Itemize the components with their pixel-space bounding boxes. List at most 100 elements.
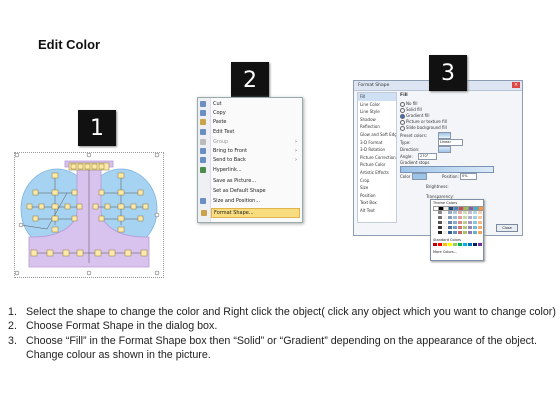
color-swatch[interactable] (438, 226, 442, 229)
color-swatch[interactable] (478, 221, 482, 224)
color-swatch[interactable] (443, 211, 447, 214)
category-item[interactable]: Crop (358, 177, 396, 185)
color-swatch[interactable] (438, 243, 442, 246)
radio-no-fill[interactable]: No fill (400, 101, 417, 107)
color-swatch[interactable] (463, 226, 467, 229)
color-swatch[interactable] (463, 221, 467, 224)
color-swatch[interactable] (468, 231, 472, 234)
color-swatch[interactable] (458, 231, 462, 234)
color-swatch[interactable] (433, 216, 437, 219)
context-menu[interactable]: Cut Copy Paste Edit Text Group › Bring to… (197, 97, 303, 223)
color-swatch[interactable] (448, 231, 452, 234)
color-swatch[interactable] (473, 231, 477, 234)
menu-item-save-as-picture[interactable]: Save as Picture... (211, 177, 300, 185)
diagram-selection-frame[interactable] (14, 152, 164, 278)
color-swatch[interactable] (478, 243, 482, 246)
menu-item-size-position[interactable]: Size and Position... (200, 197, 300, 205)
category-item[interactable]: Picture Corrections (358, 154, 396, 162)
color-swatch[interactable] (433, 221, 437, 224)
color-swatch[interactable] (463, 231, 467, 234)
color-swatch[interactable] (458, 216, 462, 219)
menu-item-group[interactable]: Group › (200, 138, 300, 146)
more-colors-option[interactable]: More Colors... (433, 250, 457, 254)
color-swatch[interactable] (448, 211, 452, 214)
color-swatch[interactable] (478, 211, 482, 214)
color-swatch[interactable] (463, 243, 467, 246)
color-swatch[interactable] (438, 231, 442, 234)
color-swatch[interactable] (468, 226, 472, 229)
angle-input[interactable]: 270° (418, 153, 437, 160)
category-item[interactable]: Alt Text (358, 207, 396, 215)
color-palette-popup[interactable]: Theme Colors Standard Colors More Colors… (430, 199, 484, 261)
color-swatch[interactable] (443, 231, 447, 234)
color-swatch[interactable] (448, 226, 452, 229)
preset-colors-dropdown[interactable] (438, 132, 451, 139)
color-swatch[interactable] (458, 221, 462, 224)
category-item[interactable]: Line Color (358, 101, 396, 109)
category-item[interactable]: Size (358, 184, 396, 192)
color-swatch[interactable] (458, 243, 462, 246)
menu-item-format-shape[interactable]: Format Shape... (201, 208, 300, 218)
color-swatch[interactable] (438, 216, 442, 219)
color-swatch[interactable] (433, 211, 437, 214)
color-swatch[interactable] (453, 243, 457, 246)
color-swatch[interactable] (453, 221, 457, 224)
color-swatch[interactable] (443, 226, 447, 229)
color-swatch[interactable] (443, 216, 447, 219)
menu-item-copy[interactable]: Copy (200, 109, 300, 117)
category-item[interactable]: Line Style (358, 108, 396, 116)
color-swatch[interactable] (458, 226, 462, 229)
color-swatch[interactable] (453, 226, 457, 229)
radio-slide-background-fill[interactable]: Slide background fill (400, 125, 447, 131)
menu-item-paste[interactable]: Paste (200, 118, 300, 126)
color-swatch[interactable] (458, 211, 462, 214)
gradient-stops-bar[interactable] (400, 166, 494, 173)
color-dropdown[interactable] (412, 173, 427, 180)
color-swatch[interactable] (438, 211, 442, 214)
menu-item-cut[interactable]: Cut (200, 100, 300, 108)
color-swatch[interactable] (448, 243, 452, 246)
color-swatch[interactable] (468, 216, 472, 219)
direction-dropdown[interactable] (438, 146, 451, 153)
color-swatch[interactable] (463, 211, 467, 214)
menu-item-edit-text[interactable]: Edit Text (200, 128, 300, 136)
color-swatch[interactable] (478, 216, 482, 219)
color-swatch[interactable] (448, 221, 452, 224)
color-swatch[interactable] (468, 211, 472, 214)
menu-item-hyperlink[interactable]: Hyperlink... (200, 166, 300, 174)
color-swatch[interactable] (473, 211, 477, 214)
close-icon[interactable]: × (512, 82, 520, 88)
color-swatch[interactable] (478, 231, 482, 234)
close-button[interactable]: Close (496, 224, 518, 232)
type-dropdown[interactable]: Linear (438, 139, 463, 146)
category-item[interactable]: Position (358, 192, 396, 200)
color-swatch[interactable] (453, 231, 457, 234)
category-list[interactable]: Fill Line Color Line Style Shadow Reflection… (357, 92, 397, 223)
color-swatch[interactable] (473, 216, 477, 219)
color-swatch[interactable] (433, 243, 437, 246)
color-swatch[interactable] (433, 231, 437, 234)
category-item[interactable]: Glow and Soft Edges (358, 131, 396, 139)
color-swatch[interactable] (463, 216, 467, 219)
color-swatch[interactable] (433, 226, 437, 229)
color-swatch[interactable] (448, 216, 452, 219)
category-item[interactable]: Text Box (358, 199, 396, 207)
category-item[interactable]: Reflection (358, 123, 396, 131)
position-input[interactable]: 0% (460, 173, 477, 180)
format-shape-dialog[interactable]: Format Shape × Fill Line Color Line Style S… (353, 80, 523, 261)
color-swatch[interactable] (453, 211, 457, 214)
menu-item-set-default-shape[interactable]: Set as Default Shape (211, 187, 300, 195)
category-item[interactable]: Artistic Effects (358, 169, 396, 177)
color-swatch[interactable] (473, 243, 477, 246)
color-swatch[interactable] (468, 221, 472, 224)
color-swatch[interactable] (438, 221, 442, 224)
radio-picture-fill[interactable]: Picture or texture fill (400, 119, 447, 125)
radio-solid-fill[interactable]: Solid fill (400, 107, 422, 113)
category-item[interactable]: Picture Color (358, 161, 396, 169)
color-swatch[interactable] (443, 221, 447, 224)
category-item[interactable]: Shadow (358, 116, 396, 124)
menu-item-send-to-back[interactable]: Send to Back › (200, 156, 300, 164)
color-swatch[interactable] (473, 221, 477, 224)
color-swatch[interactable] (443, 243, 447, 246)
org-chart-diagram[interactable] (14, 152, 163, 277)
